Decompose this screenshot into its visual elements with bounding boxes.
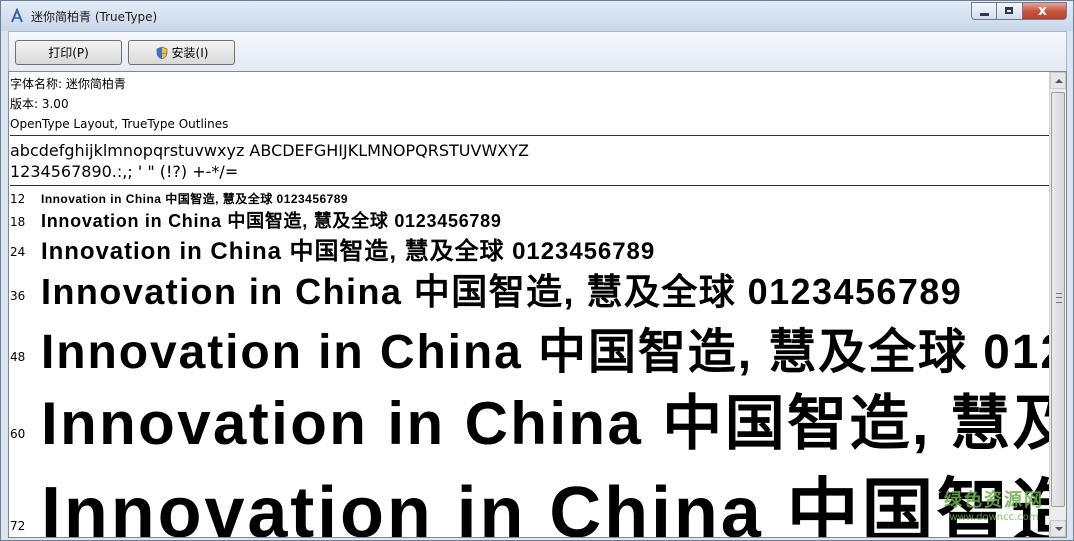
- scroll-down-arrow-icon[interactable]: [1050, 520, 1066, 537]
- charset-line-letters: abcdefghijklmnopqrstuvwxyz ABCDEFGHIJKLM…: [10, 141, 529, 160]
- maximize-button[interactable]: [997, 2, 1023, 20]
- sample-text: Innovation in China 中国智造, 慧及全球 012345678…: [41, 326, 1066, 379]
- sample-size-label: 48: [10, 350, 26, 364]
- sample-size-label: 36: [10, 289, 26, 303]
- grip-icon: [1056, 293, 1062, 303]
- font-version-line: 版本: 3.00: [10, 97, 69, 111]
- font-name-line: 字体名称: 迷你简柏青: [10, 77, 126, 91]
- sample-text: Innovation in China 中国智造, 慧及全球 012345678…: [41, 473, 1066, 538]
- watermark: 绿色资源网 www.downcc.com: [944, 486, 1044, 523]
- title-bar[interactable]: 迷你简柏青 (TrueType) x: [1, 1, 1073, 31]
- uac-shield-icon: [156, 46, 167, 59]
- close-icon: x: [1038, 3, 1048, 19]
- divider: [10, 185, 1051, 186]
- sample-size-label: 60: [10, 427, 26, 441]
- divider: [10, 135, 1051, 136]
- watermark-url: www.downcc.com: [949, 512, 1039, 523]
- toolbar: 打印(P) 安装(I): [8, 31, 1067, 71]
- scroll-thumb[interactable]: [1051, 92, 1065, 507]
- charset-line-symbols: 1234567890.:,; ' " (!?) +-*/=: [10, 162, 239, 181]
- print-button-label: 打印(P): [48, 46, 89, 60]
- watermark-text: 绿色资源网: [944, 490, 1044, 511]
- sample-text: Innovation in China 中国智造, 慧及全球 012345678…: [41, 211, 502, 231]
- close-button[interactable]: x: [1023, 2, 1067, 20]
- font-outline-line: OpenType Layout, TrueType Outlines: [10, 117, 229, 131]
- font-app-icon: [11, 8, 23, 23]
- minimize-button[interactable]: [971, 2, 997, 20]
- print-button[interactable]: 打印(P): [15, 40, 122, 65]
- font-preview-pane[interactable]: 字体名称: 迷你简柏青 版本: 3.00 OpenType Layout, Tr…: [8, 71, 1067, 538]
- sample-size-label: 24: [10, 245, 26, 259]
- font-info: 字体名称: 迷你简柏青 版本: 3.00 OpenType Layout, Tr…: [10, 74, 228, 134]
- font-viewer-window: 迷你简柏青 (TrueType) x 打印(P) 安装(I) 字体名称: 迷你简…: [0, 0, 1074, 541]
- sample-text: Innovation in China 中国智造, 慧及全球 012345678…: [41, 238, 656, 265]
- vertical-scrollbar[interactable]: [1049, 72, 1066, 537]
- install-button-label: 安装(I): [171, 46, 209, 60]
- minimize-icon: [980, 13, 989, 16]
- sample-size-label: 12: [10, 192, 26, 206]
- install-button[interactable]: 安装(I): [128, 40, 235, 65]
- maximize-icon: [1005, 7, 1013, 14]
- sample-text: Innovation in China 中国智造, 慧及全球 012345678…: [41, 192, 349, 206]
- scroll-up-arrow-icon[interactable]: [1050, 72, 1066, 89]
- sample-size-label: 72: [10, 519, 26, 533]
- sample-text: Innovation in China 中国智造, 慧及全球 012345678…: [41, 271, 963, 312]
- window-title: 迷你简柏青 (TrueType): [31, 10, 158, 24]
- sample-size-label: 18: [10, 215, 26, 229]
- sample-text: Innovation in China 中国智造, 慧及全球 012345678…: [41, 390, 1067, 457]
